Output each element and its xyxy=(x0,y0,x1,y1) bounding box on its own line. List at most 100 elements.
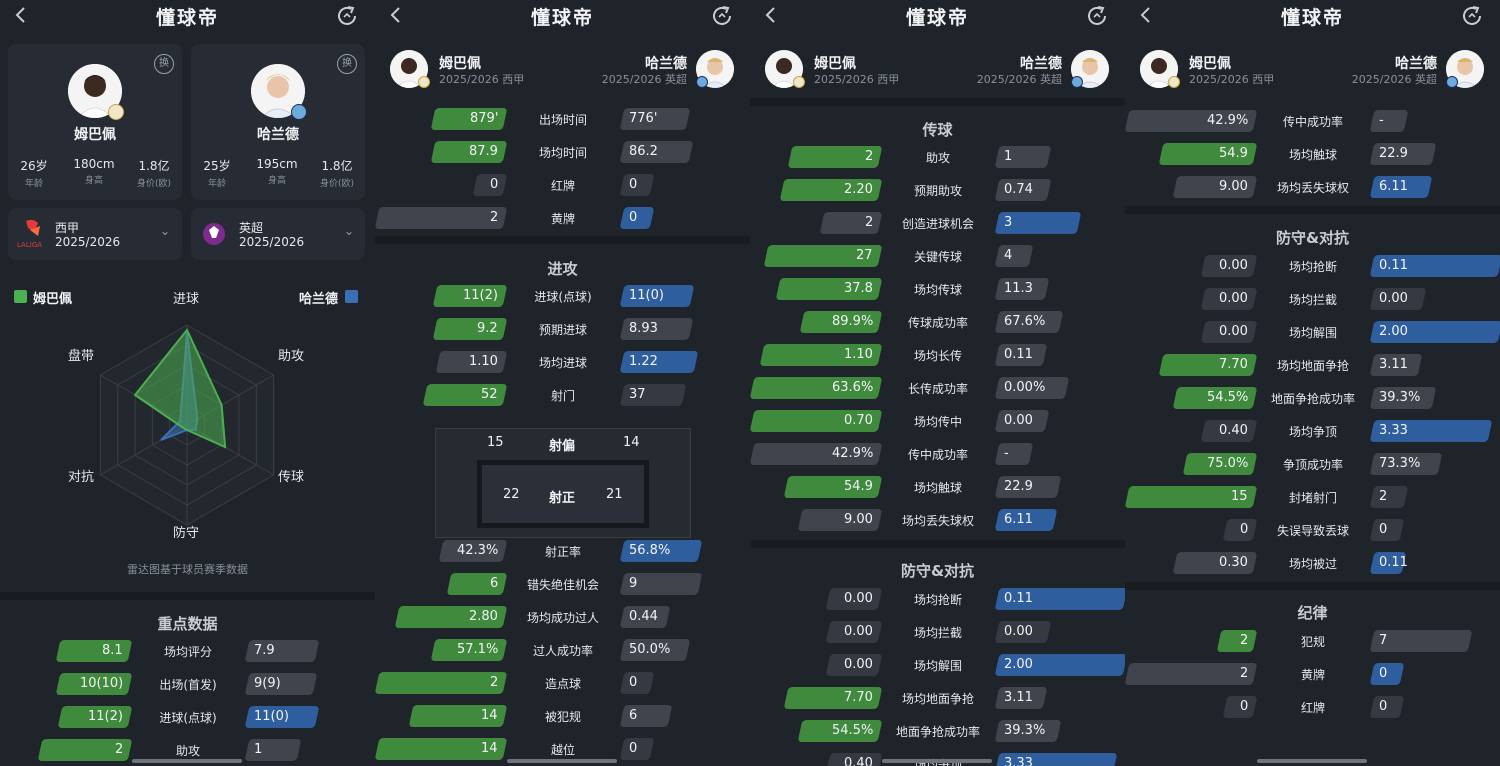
stat-row: 9.00 场均丢失球权 6.11 xyxy=(1125,176,1500,200)
scrollbar[interactable] xyxy=(132,759,242,763)
swap-icon[interactable]: 换 xyxy=(337,54,357,74)
stat-row: 14 被犯规 6 xyxy=(375,705,750,729)
player-card-right[interactable]: 换 哈兰德 25岁 年龄 195cm 身高 1.8亿 身价(欧) xyxy=(191,44,365,200)
stat-label: 场均被过 xyxy=(1288,557,1337,571)
stat-label: 黄牌 xyxy=(1300,668,1325,682)
scrollbar[interactable] xyxy=(1257,759,1367,763)
stat-value-right: 73.3% xyxy=(1369,453,1443,475)
stat-row: 42.9% 传中成功率 - xyxy=(750,443,1125,467)
stat-value-right: 0 xyxy=(619,738,655,760)
stat-label: 场均进球 xyxy=(538,356,587,370)
stat-row: 2.80 场均成功过人 0.44 xyxy=(375,606,750,630)
scrollbar[interactable] xyxy=(507,759,617,763)
stat-value-right: 7 xyxy=(1369,630,1473,652)
shots-off-left: 15 xyxy=(487,435,504,450)
stat-value-left: 87.9 xyxy=(430,141,508,163)
stat-label: 越位 xyxy=(550,743,575,757)
stat-value-left: 2 xyxy=(37,739,133,761)
stat-value-left: 0 xyxy=(1222,519,1258,541)
stat-label: 场均长传 xyxy=(913,349,962,363)
stat-value-left: 2 xyxy=(787,146,883,168)
stat-row: 37.8 场均传球 11.3 xyxy=(750,278,1125,302)
refresh-icon[interactable] xyxy=(1085,4,1109,28)
app-title: 懂球帝 xyxy=(530,7,594,29)
section-divider xyxy=(750,540,1125,548)
stat-value-left: 6 xyxy=(446,573,508,595)
player-name-left: 姆巴佩 xyxy=(439,56,481,72)
stat-value-left: 2 xyxy=(1125,663,1258,685)
league-selector-left[interactable]: LALIGA 西甲 2025/2026 ⌄ xyxy=(8,208,182,260)
stat-label: 场均传中 xyxy=(913,415,962,429)
stat-row: 75.0% 争顶成功率 73.3% xyxy=(1125,453,1500,477)
stat-value-right: - xyxy=(1369,110,1409,132)
stat-value-left: 1.10 xyxy=(759,344,883,366)
stat-value-left: 37.8 xyxy=(775,278,883,300)
stat-value-left: 0.00 xyxy=(825,654,883,676)
stat-value-right: 0 xyxy=(1369,519,1405,541)
stat-row: 879' 出场时间 776' xyxy=(375,108,750,132)
stat-label: 传中成功率 xyxy=(907,448,968,462)
stat-value-right: 6.11 xyxy=(1369,176,1433,198)
stat-row: 54.9 场均触球 22.9 xyxy=(1125,143,1500,167)
stat-label: 进球(点球) xyxy=(534,290,592,304)
man-city-badge-icon xyxy=(1446,76,1458,88)
stat-label: 创造进球机会 xyxy=(901,217,974,231)
refresh-icon[interactable] xyxy=(335,4,359,28)
stat-row: 15 封堵射门 2 xyxy=(1125,486,1500,510)
stat-value-right: 0 xyxy=(1369,696,1405,718)
stat-value-right: 2 xyxy=(1369,486,1409,508)
stat-value-left: 63.6% xyxy=(750,377,883,399)
app-title: 懂球帝 xyxy=(905,7,969,29)
stat-label: 传球成功率 xyxy=(907,316,968,330)
stat-value-right: 86.2 xyxy=(619,141,694,163)
shots-off-label: 射偏 xyxy=(549,439,576,454)
stat-value-right: 6 xyxy=(619,705,673,727)
stat-value-left: 54.5% xyxy=(797,720,883,742)
league-selector-right[interactable]: 英超 2025/2026 ⌄ xyxy=(191,208,365,260)
radar-axis-label: 进球 xyxy=(173,292,200,307)
chevron-down-icon[interactable]: ⌄ xyxy=(344,224,354,238)
chevron-down-icon[interactable]: ⌄ xyxy=(160,224,170,238)
stat-value-right: 50.0% xyxy=(619,639,691,661)
stat-value-right: 67.6% xyxy=(994,311,1064,333)
refresh-icon[interactable] xyxy=(1460,4,1484,28)
scrollbar[interactable] xyxy=(882,759,992,763)
stat-label: 出场(首发) xyxy=(159,678,217,692)
stat-value-left: 2 xyxy=(375,672,508,694)
stat-value-left: 9.00 xyxy=(797,509,883,531)
player-card-left[interactable]: 换 姆巴佩 26岁 年龄 180cm 身高 1.8亿 身价(欧) xyxy=(8,44,182,200)
stat-label: 预期助攻 xyxy=(913,184,962,198)
stat-row: 7.70 场均地面争抢 3.11 xyxy=(750,687,1125,711)
stat-value-right: 1.8亿 身价(欧) xyxy=(319,159,355,189)
refresh-icon[interactable] xyxy=(710,4,734,28)
stat-row: 54.5% 地面争抢成功率 39.3% xyxy=(750,720,1125,744)
player-name-right: 哈兰德 xyxy=(257,127,299,143)
stat-value-right: 3 xyxy=(994,212,1082,234)
player-season-left: 2025/2026 西甲 xyxy=(439,73,525,86)
league-season-left: 2025/2026 xyxy=(55,235,121,249)
stat-row: 0.00 场均解围 2.00 xyxy=(1125,321,1500,345)
stat-row: 2 造点球 0 xyxy=(375,672,750,696)
stat-value-left: 7.70 xyxy=(1158,354,1258,376)
stat-value-right: 7.9 xyxy=(244,640,320,662)
stat-label: 地面争抢成功率 xyxy=(1270,392,1355,406)
section-divider xyxy=(375,236,750,244)
stat-value-left: 2.80 xyxy=(394,606,508,628)
radar-axis-label: 对抗 xyxy=(68,470,95,485)
stat-value-left: 42.9% xyxy=(1125,110,1258,132)
stat-row: 0.00 场均解围 2.00 xyxy=(750,654,1125,678)
stat-value-right: 1 xyxy=(994,146,1052,168)
stat-value-left: 2 xyxy=(1216,630,1258,652)
stat-value-right: 0.11 xyxy=(1369,552,1408,574)
stat-value-left: 2.20 xyxy=(779,179,883,201)
stat-value-right: 9(9) xyxy=(244,673,318,695)
stat-value-right: 11.3 xyxy=(994,278,1050,300)
stat-row: 0.00 场均拦截 0.00 xyxy=(1125,288,1500,312)
stat-value-right: 0 xyxy=(1369,663,1405,685)
stat-value-left: 1.10 xyxy=(435,351,508,373)
stat-row: 9.2 预期进球 8.93 xyxy=(375,318,750,342)
stat-value-left: 54.9 xyxy=(783,476,883,498)
league-season-right: 2025/2026 xyxy=(239,235,305,249)
swap-icon[interactable]: 换 xyxy=(154,54,174,74)
stat-value-right: 0.11 xyxy=(994,588,1125,610)
